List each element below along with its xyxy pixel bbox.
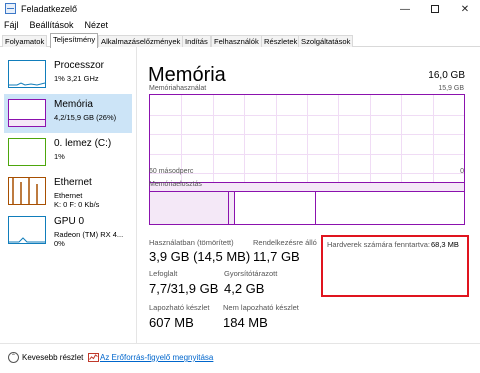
open-resource-monitor-link[interactable]: Az Erőforrás-figyelő megnyitása (100, 353, 213, 362)
composition-free (316, 192, 464, 224)
nonpaged-pool-label: Nem lapozható készlet (223, 303, 299, 312)
sidebar-item-memory[interactable]: Memória 4,2/15,9 GB (26%) (4, 94, 132, 133)
sidebar-item-sub: Radeon (TM) RX 4... 0% (54, 230, 124, 248)
hardware-reserved-label: Hardverek számára fenntartva: (327, 240, 430, 249)
sidebar-item-cpu[interactable]: Processzor 1% 3,21 GHz (4, 55, 132, 94)
close-button[interactable]: ✕ (450, 0, 480, 18)
sidebar-item-label: GPU 0 (54, 216, 85, 227)
tab-app-history[interactable]: Alkalmazáselőzmények (98, 35, 184, 47)
usage-graph-max: 15,9 GB (438, 85, 464, 92)
cached-value: 4,2 GB (224, 281, 265, 296)
resource-monitor-icon (88, 353, 99, 362)
composition-label: Memóriaelosztás (149, 181, 202, 188)
task-manager-icon (5, 3, 16, 14)
committed-value: 7,7/31,9 GB (149, 281, 219, 296)
tab-startup[interactable]: Indítás (182, 35, 211, 47)
tab-users[interactable]: Felhasználók (211, 35, 262, 47)
sidebar-item-label: Ethernet (54, 177, 92, 188)
ethernet-thumbnail-graph (8, 177, 46, 205)
sidebar-item-label: 0. lemez (C:) (54, 138, 112, 149)
chevron-up-icon[interactable]: ˆ (8, 352, 19, 363)
hardware-reserved-value: 68,3 MB (431, 240, 459, 249)
available-value: 11,7 GB (253, 249, 300, 264)
sidebar-item-gpu[interactable]: GPU 0 Radeon (TM) RX 4... 0% (4, 211, 132, 250)
composition-standby (234, 192, 317, 224)
sidebar-item-sub: 1% 3,21 GHz (54, 74, 99, 83)
memory-detail-panel: Memória 16,0 GB Memóriahasználat 15,9 GB… (145, 47, 480, 343)
window-title: Feladatkezelő (21, 4, 78, 14)
memory-composition-bar (149, 191, 465, 225)
cached-label: Gyorsítótárazott (224, 269, 278, 278)
sidebar-item-label: Processzor (54, 60, 105, 71)
cpu-thumbnail-graph (8, 60, 46, 88)
committed-label: Lefoglalt (149, 269, 178, 278)
gpu-thumbnail-graph (8, 216, 46, 244)
menu-options[interactable]: Beállítások (30, 20, 74, 30)
footer: ˆ Kevesebb részlet Az Erőforrás-figyelő … (0, 343, 480, 373)
sidebar-item-sub: 1% (54, 152, 65, 161)
minimize-icon: — (400, 3, 410, 15)
usage-graph-label: Memóriahasználat (149, 85, 207, 92)
sidebar-item-ethernet[interactable]: Ethernet Ethernet K: 0 F: 0 Kb/s (4, 172, 132, 211)
maximize-icon (431, 5, 439, 13)
sidebar-item-sub: 4,2/15,9 GB (26%) (54, 113, 117, 122)
menu-view[interactable]: Nézet (85, 20, 109, 30)
tab-services[interactable]: Szolgáltatások (298, 35, 354, 47)
sidebar-item-label: Memória (54, 99, 93, 110)
tab-bar: Folyamatok Teljesítmény Alkalmazáselőzmé… (0, 32, 480, 48)
close-icon: ✕ (460, 3, 470, 15)
menu-file[interactable]: Fájl (4, 20, 19, 30)
maximize-button[interactable] (420, 0, 450, 18)
available-label: Rendelkezésre álló (253, 238, 317, 247)
in-use-label: Használatban (tömörített) (149, 238, 234, 247)
nonpaged-pool-value: 184 MB (223, 315, 268, 330)
tab-details[interactable]: Részletek (261, 35, 301, 47)
disk-thumbnail-graph (8, 138, 46, 166)
title-bar: Feladatkezelő — ✕ (0, 0, 480, 18)
paged-pool-value: 607 MB (149, 315, 194, 330)
composition-in-use (150, 192, 229, 224)
paged-pool-label: Lapozható készlet (149, 303, 210, 312)
fewer-details-link[interactable]: Kevesebb részlet (22, 353, 83, 362)
graph-time-right: 0 (460, 168, 464, 175)
sidebar-item-sub: Ethernet K: 0 F: 0 Kb/s (54, 191, 100, 209)
tab-processes[interactable]: Folyamatok (2, 35, 48, 47)
total-memory: 16,0 GB (428, 70, 465, 81)
memory-thumbnail-graph (8, 99, 46, 127)
minimize-button[interactable]: — (390, 0, 420, 18)
tab-performance[interactable]: Teljesítmény (50, 33, 99, 48)
page-title: Memória (148, 64, 226, 86)
performance-sidebar: Processzor 1% 3,21 GHz Memória 4,2/15,9 … (0, 47, 137, 343)
graph-time-left: 60 másodperc (149, 168, 194, 175)
sidebar-item-disk[interactable]: 0. lemez (C:) 1% (4, 133, 132, 172)
hardware-reserved-highlight: Hardverek számára fenntartva: 68,3 MB (321, 235, 469, 297)
in-use-value: 3,9 GB (14,5 MB) (149, 249, 251, 264)
menu-bar: Fájl Beállítások Nézet (0, 18, 480, 32)
